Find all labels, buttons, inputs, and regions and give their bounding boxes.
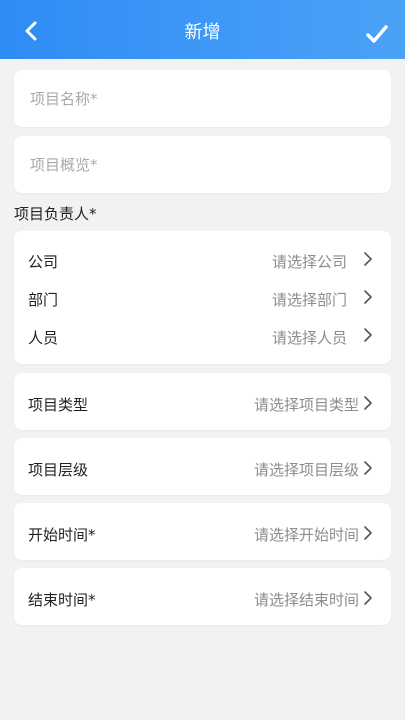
start-time-placeholder: 请选择开始时间 (253, 526, 359, 544)
company-placeholder: 请选择公司 (271, 253, 347, 271)
project-type-label: 项目类型 (28, 396, 89, 414)
chevron-right-icon (364, 252, 372, 266)
chevron-right-icon (364, 328, 372, 342)
department-select-row[interactable]: 部门 请选择部门 (14, 283, 391, 313)
project-overview-card (14, 136, 391, 193)
project-type-row[interactable]: 项目类型 请选择项目类型 (14, 373, 391, 430)
start-time-label: 开始时间* (28, 526, 96, 544)
personnel-select-row[interactable]: 人员 请选择人员 (14, 321, 391, 351)
chevron-right-icon (364, 461, 372, 475)
project-level-label: 项目层级 (28, 461, 89, 479)
personnel-label: 人员 (28, 329, 59, 347)
app-header: 新增 (0, 0, 405, 59)
company-label: 公司 (28, 253, 59, 271)
end-time-placeholder: 请选择结束时间 (253, 591, 359, 609)
project-overview-input[interactable] (28, 136, 377, 193)
project-owner-card: 公司 请选择公司 部门 请选择部门 人员 请选择人员 (14, 231, 391, 364)
department-label: 部门 (28, 291, 59, 309)
project-level-placeholder: 请选择项目层级 (253, 461, 359, 479)
personnel-placeholder: 请选择人员 (271, 329, 347, 347)
checkmark-icon[interactable] (365, 24, 389, 46)
company-select-row[interactable]: 公司 请选择公司 (14, 245, 391, 275)
project-name-input[interactable] (28, 70, 377, 127)
project-level-row[interactable]: 项目层级 请选择项目层级 (14, 438, 391, 495)
chevron-right-icon (364, 591, 372, 605)
chevron-right-icon (364, 290, 372, 304)
chevron-right-icon (364, 526, 372, 540)
department-placeholder: 请选择部门 (271, 291, 347, 309)
start-time-row[interactable]: 开始时间* 请选择开始时间 (14, 503, 391, 560)
page-title: 新增 (184, 22, 221, 43)
chevron-right-icon (364, 396, 372, 410)
project-type-placeholder: 请选择项目类型 (253, 396, 359, 414)
end-time-label: 结束时间* (28, 591, 96, 609)
project-owner-section-label: 项目负责人* (14, 205, 97, 223)
project-name-card (14, 70, 391, 127)
end-time-row[interactable]: 结束时间* 请选择结束时间 (14, 568, 391, 625)
